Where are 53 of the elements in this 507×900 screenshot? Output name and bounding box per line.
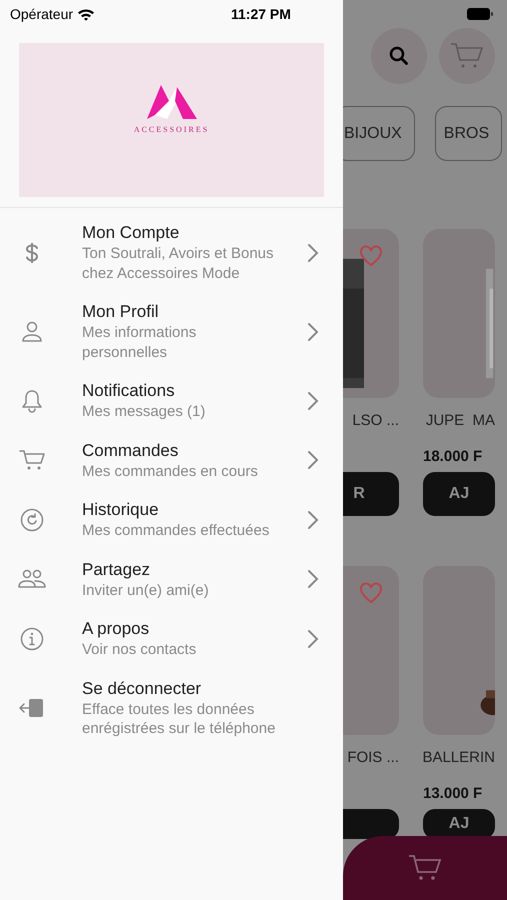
menu-item-title: Commandes (82, 440, 180, 462)
menu-item[interactable]: Mon Compte Ton Soutrali, Avoirs et Bonus chez Accessoires Mode (0, 222, 343, 283)
menu-item[interactable]: Partagez Inviter un(e) ami(e) (0, 558, 343, 600)
heart-icon[interactable] (359, 245, 383, 267)
add-to-cart-button[interactable]: AJ (423, 809, 495, 839)
logo-icon (144, 84, 198, 120)
cart-icon[interactable] (408, 853, 442, 883)
add-to-cart-button[interactable]: R (343, 472, 399, 516)
menu-item[interactable]: Se déconnecter Efface toutes les données enrégistrées sur le téléphone (0, 678, 343, 738)
menu-item[interactable]: Historique Mes commandes effectuées (0, 499, 343, 540)
person-icon (21, 320, 43, 342)
history-icon (20, 508, 44, 532)
menu-item[interactable]: Notifications Mes messages (1) (0, 380, 343, 422)
info-icon (20, 626, 44, 651)
menu-item-title: Notifications (82, 380, 176, 402)
menu-item-subtitle: Mes commandes en cours (82, 462, 259, 481)
clock-time: 11:27 PM (231, 4, 291, 24)
menu-item-title: Se déconnecter (82, 678, 202, 700)
product-name: LSO ... (351, 411, 399, 430)
product-name: FOIS ... (346, 748, 399, 767)
category-chip[interactable]: BIJOUX (343, 106, 415, 161)
add-to-cart-button[interactable]: AJ (423, 472, 495, 516)
menu-item-title: Partagez (82, 558, 152, 580)
category-chip[interactable]: BROS (434, 106, 502, 161)
menu-item-title: Mon Compte (82, 222, 180, 244)
menu-item-subtitle: Efface toutes les données enrégistrées sur le téléphone (82, 700, 276, 738)
menu-item-subtitle: Inviter un(e) ami(e) (82, 580, 210, 600)
wifi-icon (77, 8, 96, 20)
search-icon (389, 46, 409, 66)
menu-item[interactable]: Mon Profil Mes informations personnelles (0, 301, 343, 362)
people-icon (18, 569, 46, 590)
battery-icon (467, 8, 493, 20)
dollar-icon (25, 242, 39, 262)
menu-item-title: A propos (82, 618, 150, 640)
logout-icon (18, 698, 46, 718)
add-to-cart-button[interactable] (343, 809, 399, 839)
product-price: 18.000 F (423, 446, 482, 466)
menu-item[interactable]: A propos Voir nos contacts (0, 618, 343, 660)
menu-item-subtitle: Ton Soutrali, Avoirs et Bonus chez Accessoires Mode (82, 244, 274, 283)
menu-item-subtitle: Voir nos contacts (82, 640, 198, 660)
product-name: BALLERIN (423, 748, 495, 767)
product-name: JUPE MA (424, 411, 495, 430)
menu-item-subtitle: Mes messages (1) (82, 402, 206, 422)
menu-item-title: Historique (82, 499, 160, 521)
menu-item[interactable]: Commandes Mes commandes en cours (0, 440, 343, 481)
menu-item-subtitle: Mes commandes effectuées (82, 521, 270, 540)
menu-item-title: Mon Profil (82, 301, 160, 323)
carrier-name: Opérateur (10, 4, 74, 24)
menu-item-subtitle: Mes informations personnelles (82, 323, 198, 362)
cart-icon (19, 449, 45, 472)
bell-icon (21, 388, 43, 413)
product-price: 13.000 F (423, 784, 482, 804)
logo-text: ACCESSOIRES (134, 124, 210, 136)
